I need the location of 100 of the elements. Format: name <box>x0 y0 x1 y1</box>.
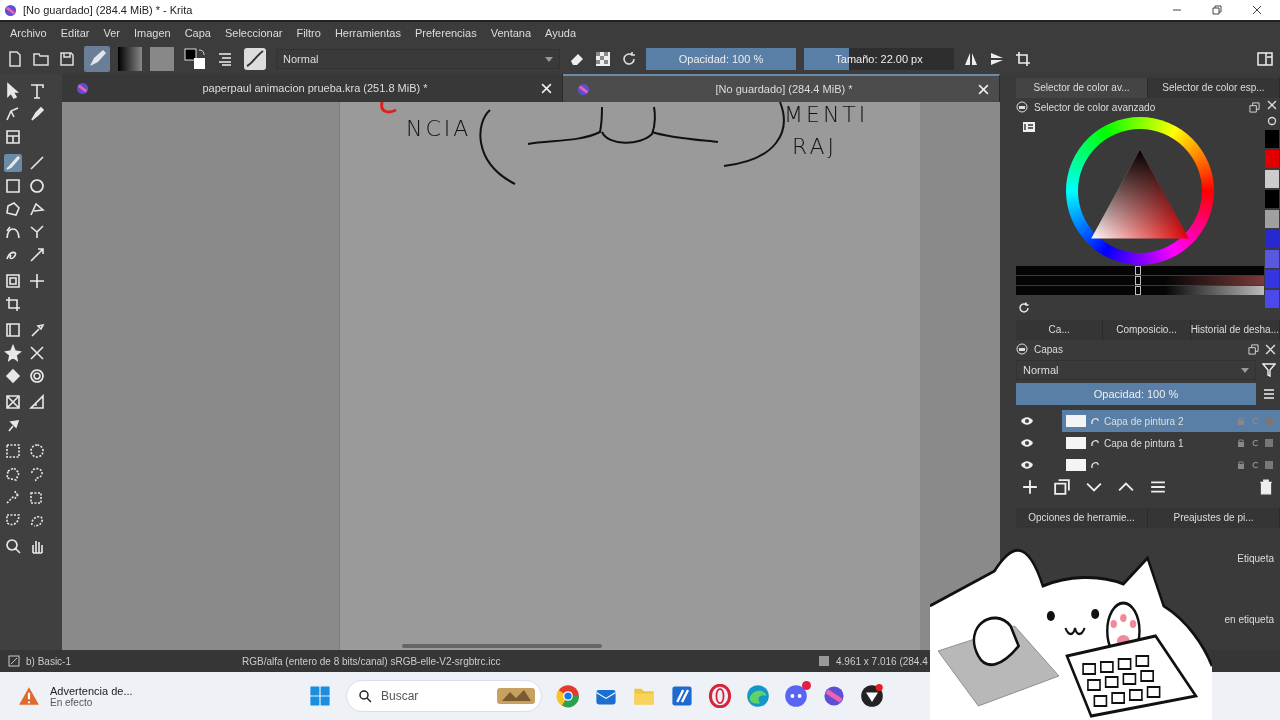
menu-item[interactable]: Capa <box>182 27 213 39</box>
lock-icon[interactable] <box>1236 438 1246 448</box>
trash-icon[interactable] <box>1258 479 1274 495</box>
opacity-slider[interactable]: Opacidad: 100 % <box>646 48 796 70</box>
docker-tab[interactable]: Composicio... <box>1103 320 1191 340</box>
add-icon[interactable] <box>1022 479 1038 495</box>
docker-tab[interactable]: Opciones de herramie... <box>1016 508 1148 528</box>
bucket-icon[interactable] <box>4 367 22 385</box>
eye-icon[interactable] <box>1020 460 1034 470</box>
menu-item[interactable]: Ventana <box>488 27 534 39</box>
docker-tab[interactable]: Selector de color av... <box>1016 78 1148 98</box>
slider-handle[interactable] <box>1135 286 1142 295</box>
menu-item[interactable]: Filtro <box>294 27 323 39</box>
menu-item[interactable]: Imagen <box>131 27 173 39</box>
menu-item[interactable]: Archivo <box>8 27 49 39</box>
checkerboard-icon[interactable] <box>594 50 612 68</box>
docker-tab[interactable]: Historial de desha... <box>1190 320 1280 340</box>
gear-icon[interactable] <box>28 367 46 385</box>
menu-item[interactable]: Ver <box>101 27 122 39</box>
polyline-icon[interactable] <box>28 200 46 218</box>
restore-icon[interactable] <box>1212 5 1222 15</box>
brush-editor-icon[interactable] <box>242 46 268 72</box>
line-icon[interactable] <box>28 154 46 172</box>
docker-tab[interactable]: Selector de color esp... <box>1148 78 1280 98</box>
list-settings-icon[interactable] <box>216 50 234 68</box>
inherit-alpha-icon[interactable] <box>1264 460 1274 470</box>
save-icon[interactable] <box>58 50 76 68</box>
refresh-icon[interactable] <box>1267 116 1277 126</box>
pen-icon[interactable] <box>28 105 46 123</box>
duplicate-icon[interactable] <box>1054 479 1070 495</box>
start-icon[interactable] <box>308 684 332 708</box>
float-icon[interactable] <box>1248 343 1259 355</box>
browser-icon[interactable] <box>556 684 580 708</box>
layer-row[interactable]: Capa de pintura 1 <box>1062 432 1280 454</box>
dashed-rectangle-icon[interactable] <box>4 442 22 460</box>
lasso-icon[interactable] <box>28 465 46 483</box>
brush-icon[interactable] <box>28 246 46 264</box>
grid-icon[interactable] <box>4 128 22 146</box>
dark-circle-app-icon[interactable] <box>860 684 884 708</box>
palette-swatch[interactable] <box>1265 230 1279 248</box>
palette-swatch[interactable] <box>1265 170 1279 188</box>
alpha-icon[interactable] <box>1250 438 1260 448</box>
refresh-icon[interactable] <box>620 50 638 68</box>
star-icon[interactable] <box>4 344 22 362</box>
polygon-icon[interactable] <box>4 200 22 218</box>
close-icon[interactable] <box>1252 5 1262 15</box>
float-icon[interactable] <box>1249 101 1260 113</box>
document-tab[interactable]: [No guardado] (284.4 MiB) * <box>563 74 1000 102</box>
paint-app-icon[interactable] <box>822 684 846 708</box>
reset-icon[interactable] <box>1018 302 1030 314</box>
properties-icon[interactable] <box>1150 479 1166 495</box>
slanted-lines-app-icon[interactable] <box>670 684 694 708</box>
layout-icon[interactable] <box>1256 50 1274 68</box>
widget-picture-icon[interactable] <box>496 686 536 706</box>
pattern-swatch[interactable] <box>150 47 174 71</box>
menu-icon[interactable] <box>1262 387 1276 401</box>
menu-item[interactable]: Editar <box>58 27 92 39</box>
palette-swatch[interactable] <box>1265 190 1279 208</box>
filter-icon[interactable] <box>1262 363 1276 377</box>
crop-icon[interactable] <box>1014 50 1032 68</box>
settings-icon[interactable] <box>1022 120 1036 134</box>
brush-preset-icon[interactable] <box>84 46 110 72</box>
rectangle-icon[interactable] <box>4 177 22 195</box>
menu-item[interactable]: Ayuda <box>543 27 579 39</box>
notification-title[interactable]: Advertencia de... <box>50 684 133 697</box>
folder-icon[interactable] <box>32 50 50 68</box>
inherit-alpha-icon[interactable] <box>1264 438 1274 448</box>
move-icon[interactable] <box>28 272 46 290</box>
color-swap-icon[interactable] <box>182 46 208 72</box>
palette-swatch[interactable] <box>1265 210 1279 228</box>
menu-item[interactable]: Seleccionar <box>222 27 285 39</box>
new-document-icon[interactable] <box>6 50 24 68</box>
docker-tab[interactable]: Ca... <box>1016 320 1104 340</box>
alpha-icon[interactable] <box>1250 460 1260 470</box>
horizontal-scrollbar[interactable] <box>402 644 602 648</box>
slider-handle[interactable] <box>1135 276 1142 285</box>
eye-icon[interactable] <box>1020 416 1034 426</box>
palette-swatch[interactable] <box>1265 270 1279 288</box>
chat-app-icon[interactable] <box>784 684 808 708</box>
cursor-icon[interactable] <box>4 82 22 100</box>
opacity-slider[interactable]: Opacidad: 100 % <box>1016 383 1256 405</box>
wave-app-icon[interactable] <box>746 684 770 708</box>
path-icon[interactable] <box>28 223 46 241</box>
palette-swatch[interactable] <box>1265 250 1279 268</box>
blend-mode-dropdown[interactable]: Normal <box>276 49 560 69</box>
menu-item[interactable]: Preferencias <box>412 27 479 39</box>
magnifier-icon[interactable] <box>4 537 22 555</box>
palette-swatch[interactable] <box>1265 150 1279 168</box>
ring-app-icon[interactable] <box>708 684 732 708</box>
gradient-swatch[interactable] <box>118 47 142 71</box>
lock-icon[interactable] <box>1236 460 1246 470</box>
search-field[interactable]: Buscar <box>346 680 542 712</box>
gradient-icon[interactable] <box>4 321 22 339</box>
palette-swatch[interactable] <box>1265 130 1279 148</box>
transform-icon[interactable] <box>4 272 22 290</box>
text-icon[interactable] <box>28 82 46 100</box>
palette-swatch[interactable] <box>1265 290 1279 308</box>
slider-handle[interactable] <box>1135 266 1142 275</box>
cross-icon[interactable] <box>28 344 46 362</box>
blend-mode-dropdown[interactable]: Normal <box>1016 360 1256 380</box>
